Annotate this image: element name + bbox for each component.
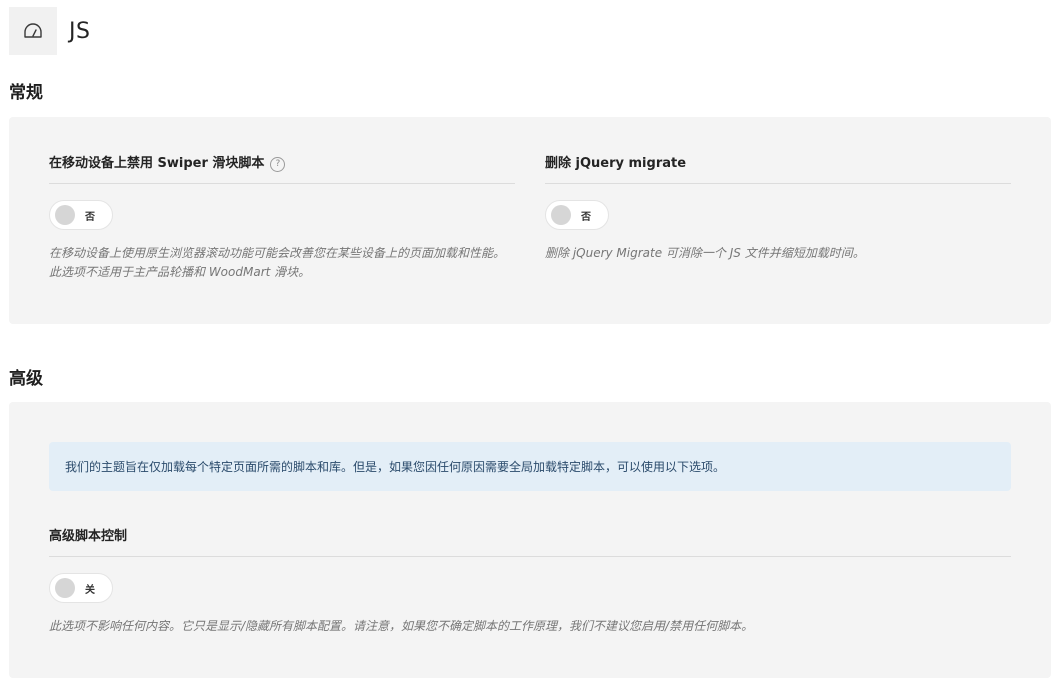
- toggle-state-label: 关: [85, 584, 95, 596]
- swiper-toggle-switch[interactable]: 否: [49, 200, 113, 230]
- option-description: 在移动设备上使用原生浏览器滚动功能可能会改善您在某些设备上的页面加载和性能。此选…: [49, 246, 506, 279]
- page-title: JS: [69, 18, 91, 44]
- toggle-knob: [551, 205, 571, 225]
- jquery-migrate-toggle-switch[interactable]: 否: [545, 200, 609, 230]
- option-description: 此选项不影响任何内容。它只是显示/隐藏所有脚本配置。请注意，如果您不确定脚本的工…: [49, 619, 754, 633]
- option-description: 删除 jQuery Migrate 可消除一个 JS 文件并缩短加载时间。: [545, 246, 865, 260]
- toggle-state-label: 否: [85, 211, 95, 223]
- option-remove-jquery-migrate: 删除 jQuery migrate 否 删除 jQuery Migrate 可消…: [545, 153, 1011, 263]
- option-title: 高级脚本控制: [49, 526, 1011, 557]
- option-title-text: 在移动设备上禁用 Swiper 滑块脚本: [49, 156, 265, 171]
- section-heading-general: 常规: [9, 83, 43, 103]
- toggle-state-label: 否: [581, 211, 591, 223]
- option-title-text: 删除 jQuery migrate: [545, 156, 687, 171]
- page-header: JS: [9, 7, 90, 55]
- advanced-settings-panel: 我们的主题旨在仅加载每个特定页面所需的脚本和库。但是，如果您因任何原因需要全局加…: [9, 402, 1051, 678]
- option-title: 在移动设备上禁用 Swiper 滑块脚本 ?: [49, 153, 515, 184]
- option-title-text: 高级脚本控制: [49, 529, 128, 544]
- option-advanced-script-control: 高级脚本控制 关 此选项不影响任何内容。它只是显示/隐藏所有脚本配置。请注意，如…: [49, 526, 1011, 636]
- help-icon[interactable]: ?: [270, 157, 286, 172]
- general-settings-panel: 在移动设备上禁用 Swiper 滑块脚本 ? 否 在移动设备上使用原生浏览器滚动…: [9, 117, 1051, 324]
- option-title: 删除 jQuery migrate: [545, 153, 1011, 184]
- toggle-knob: [55, 578, 75, 598]
- advanced-script-toggle-switch[interactable]: 关: [49, 573, 113, 603]
- option-disable-swiper-mobile: 在移动设备上禁用 Swiper 滑块脚本 ? 否 在移动设备上使用原生浏览器滚动…: [49, 153, 515, 282]
- info-notice: 我们的主题旨在仅加载每个特定页面所需的脚本和库。但是，如果您因任何原因需要全局加…: [49, 442, 1011, 491]
- header-icon-container: [9, 7, 57, 55]
- speedometer-icon: [24, 23, 42, 38]
- toggle-knob: [55, 205, 75, 225]
- section-heading-advanced: 高级: [9, 369, 43, 389]
